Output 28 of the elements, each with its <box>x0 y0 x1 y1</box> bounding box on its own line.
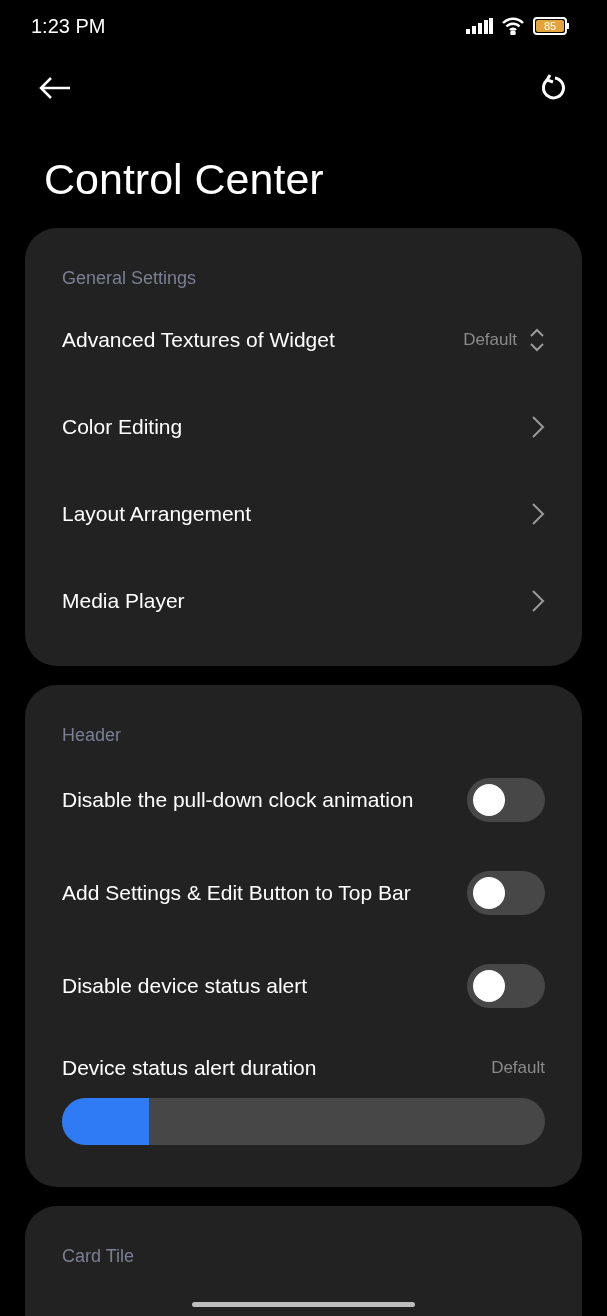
setting-label[interactable]: Color Editing <box>62 410 183 443</box>
setting-label: Disable device status alert <box>62 972 308 999</box>
wifi-icon <box>501 17 525 35</box>
setting-label: Advanced Textures of Widget <box>62 326 335 353</box>
select-control[interactable]: Default <box>463 326 545 353</box>
status-time: 1:23 PM <box>31 14 106 39</box>
chevron-right-icon <box>531 588 545 613</box>
section-header: Card Tile <box>62 1244 136 1268</box>
setting-value: Default <box>491 1057 545 1079</box>
page-title: Control Center <box>43 154 325 204</box>
signal-icon <box>466 18 493 34</box>
chevron-right-icon <box>531 501 545 526</box>
toggle-switch[interactable] <box>467 963 545 1008</box>
chevron-right-icon <box>531 414 545 439</box>
battery-icon: 85 <box>533 17 567 35</box>
setting-label: Add Settings & Edit Button to Top Bar <box>62 879 411 906</box>
reset-button[interactable] <box>539 74 567 102</box>
slider-track[interactable] <box>62 1097 545 1145</box>
setting-label[interactable]: Layout Arrangement <box>62 497 252 530</box>
up-down-chevron-icon <box>529 326 545 353</box>
setting-label[interactable]: Media Player <box>62 584 185 617</box>
setting-label: Device status alert duration <box>62 1055 317 1081</box>
setting-label: Disable the pull-down clock animation <box>62 786 414 813</box>
toggle-switch[interactable] <box>467 777 545 822</box>
back-button[interactable] <box>38 76 72 100</box>
toggle-switch[interactable] <box>467 870 545 915</box>
section-header: General Settings <box>62 267 198 290</box>
section-header: Header <box>62 724 123 747</box>
